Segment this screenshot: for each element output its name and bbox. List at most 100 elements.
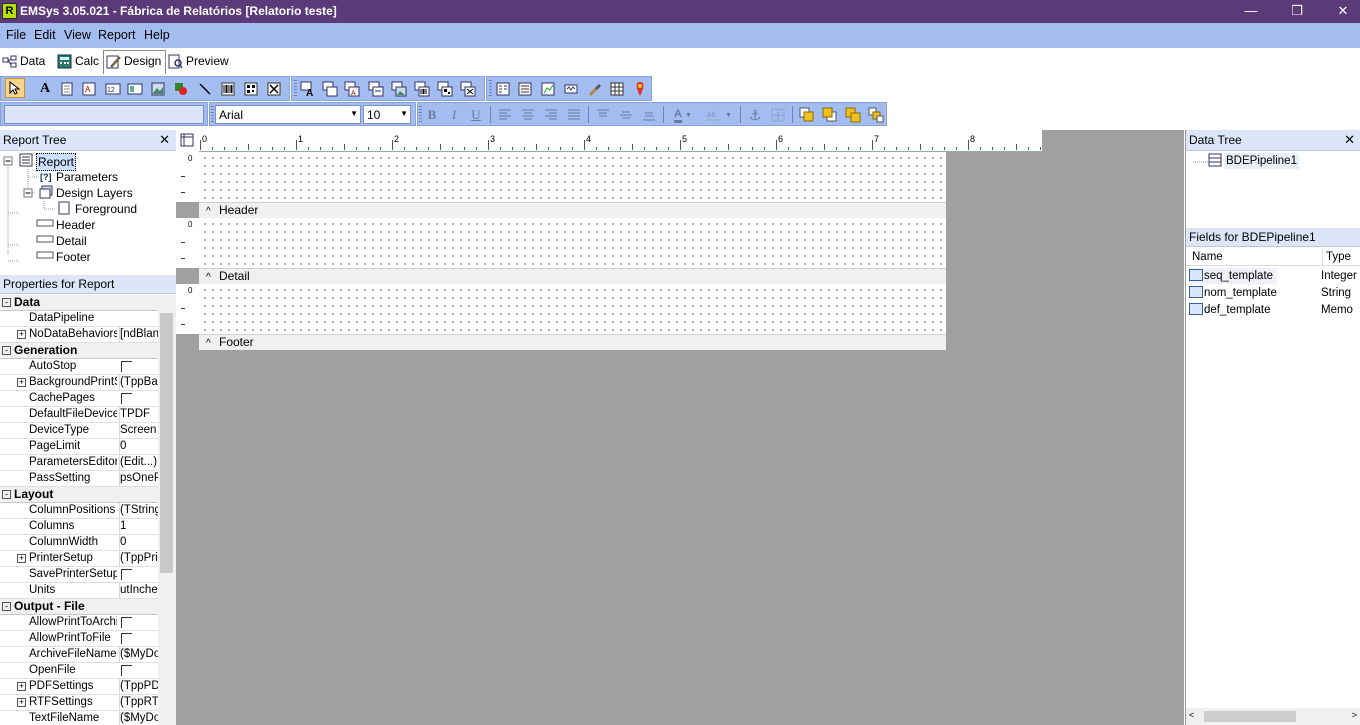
property-row[interactable]: +BackgroundPrintSe(TppBac bbox=[0, 375, 158, 391]
tree-node-detail[interactable]: Detail bbox=[56, 233, 87, 249]
expand-icon[interactable]: + bbox=[17, 698, 26, 707]
align-center-button[interactable] bbox=[518, 105, 538, 125]
align-middle-button[interactable] bbox=[616, 105, 636, 125]
label-tool-button[interactable]: A bbox=[35, 79, 55, 99]
component-name-edit[interactable] bbox=[4, 105, 204, 124]
property-checkbox[interactable] bbox=[121, 633, 132, 644]
column-type-header[interactable]: Type bbox=[1322, 249, 1351, 265]
align-right-button[interactable] bbox=[541, 105, 561, 125]
header-band-label[interactable]: ^ Header bbox=[199, 202, 946, 218]
design-workspace[interactable]: 0 1 2 3 4 5 6 7 8 0 ^ Header 0 ^ Detail 0 ^ Foot… bbox=[176, 130, 1184, 725]
bold-button[interactable]: B bbox=[422, 105, 442, 125]
collapse-icon[interactable]: - bbox=[2, 298, 11, 307]
pipeline-node[interactable]: BDEPipeline1 bbox=[1224, 153, 1299, 169]
dbcheckbox-tool-button[interactable] bbox=[458, 79, 478, 99]
property-row[interactable]: AllowPrintToArchiv bbox=[0, 615, 158, 631]
tree-node-parameters[interactable]: Parameters bbox=[56, 169, 118, 185]
dbbarcode-tool-button[interactable] bbox=[412, 79, 432, 99]
table-tool-button[interactable] bbox=[607, 79, 627, 99]
barcode-tool-button[interactable] bbox=[218, 79, 238, 99]
scrollbar-thumb[interactable] bbox=[160, 313, 173, 573]
property-row[interactable]: CachePages bbox=[0, 391, 158, 407]
menu-report[interactable]: Report bbox=[98, 28, 136, 42]
minimize-button[interactable]: — bbox=[1228, 0, 1274, 23]
checkbox-tool-button[interactable] bbox=[264, 79, 284, 99]
property-checkbox[interactable] bbox=[121, 665, 132, 676]
line-tool-button[interactable] bbox=[195, 79, 215, 99]
scroll-right-icon[interactable]: > bbox=[1352, 710, 1357, 720]
column-name-header[interactable]: Name bbox=[1192, 249, 1223, 265]
tab-calc[interactable]: Calc bbox=[55, 51, 99, 73]
detail-band[interactable] bbox=[199, 218, 946, 268]
chart-tool-button[interactable] bbox=[538, 79, 558, 99]
tab-design[interactable]: Design bbox=[103, 50, 167, 74]
property-row[interactable]: DataPipeline bbox=[0, 311, 158, 327]
send-to-back-button[interactable] bbox=[820, 105, 840, 125]
variable-tool-button[interactable] bbox=[125, 79, 145, 99]
property-row[interactable]: SavePrinterSetup bbox=[0, 567, 158, 583]
property-row[interactable]: DefaultFileDevice TPDF bbox=[0, 407, 158, 423]
menu-view[interactable]: View bbox=[64, 28, 91, 42]
property-category[interactable]: - Data bbox=[0, 295, 158, 311]
dbimage-tool-button[interactable] bbox=[389, 79, 409, 99]
property-row[interactable]: +RTFSettings(TppRTF bbox=[0, 695, 158, 711]
system-var-tool-button[interactable]: 12 bbox=[103, 79, 123, 99]
collapse-icon[interactable]: - bbox=[2, 346, 11, 355]
grid-options-icon[interactable] bbox=[180, 133, 196, 149]
property-row[interactable]: AutoStop bbox=[0, 359, 158, 375]
db2d-barcode-tool-button[interactable] bbox=[435, 79, 455, 99]
crosstab-tool-button[interactable] bbox=[561, 79, 581, 99]
align-top-button[interactable] bbox=[593, 105, 613, 125]
align-bottom-button[interactable] bbox=[639, 105, 659, 125]
expand-icon[interactable]: + bbox=[17, 378, 26, 387]
subreport-tool-button[interactable] bbox=[515, 79, 535, 99]
dbrichtext-tool-button[interactable]: A bbox=[342, 79, 362, 99]
highlight-color-button[interactable]: ab ▼ bbox=[702, 105, 736, 125]
memo-tool-button[interactable] bbox=[57, 79, 77, 99]
close-icon[interactable]: ✕ bbox=[1344, 130, 1355, 150]
property-value[interactable]: ($MyDoc bbox=[119, 647, 158, 662]
property-value[interactable]: ($MyDoc bbox=[119, 711, 158, 725]
image-tool-button[interactable] bbox=[148, 79, 168, 99]
align-left-button[interactable] bbox=[495, 105, 515, 125]
property-checkbox[interactable] bbox=[121, 569, 132, 580]
property-grid[interactable]: -DataDataPipeline+NoDataBehaviors[ndBlan… bbox=[0, 295, 158, 725]
property-category[interactable]: - Output - File bbox=[0, 599, 158, 615]
property-value[interactable]: (TString bbox=[119, 503, 158, 518]
tree-node-header[interactable]: Header bbox=[56, 217, 95, 233]
menu-edit[interactable]: Edit bbox=[34, 28, 56, 42]
property-row[interactable]: +PrinterSetup(TppPrin bbox=[0, 551, 158, 567]
font-color-button[interactable]: A ▼ bbox=[668, 105, 698, 125]
menu-file[interactable]: File bbox=[6, 28, 26, 42]
footer-band[interactable] bbox=[199, 284, 946, 334]
property-value[interactable]: psOnePa bbox=[119, 471, 158, 486]
dbtext-tool-button[interactable]: A bbox=[298, 79, 318, 99]
property-value[interactable]: (Edit...) bbox=[119, 455, 158, 470]
property-row[interactable]: ArchiveFileName($MyDoc bbox=[0, 647, 158, 663]
expand-icon[interactable]: + bbox=[17, 554, 26, 563]
property-row[interactable]: +NoDataBehaviors[ndBlank bbox=[0, 327, 158, 343]
dbmemo-tool-button[interactable] bbox=[320, 79, 340, 99]
property-row[interactable]: DeviceType Screen bbox=[0, 423, 158, 439]
italic-button[interactable]: I bbox=[444, 105, 464, 125]
close-button[interactable]: ✕ bbox=[1320, 0, 1360, 23]
region-tool-button[interactable] bbox=[493, 79, 513, 99]
tree-node-footer[interactable]: Footer bbox=[56, 249, 91, 265]
property-value[interactable]: TPDF bbox=[119, 407, 158, 422]
property-row[interactable]: AllowPrintToFile bbox=[0, 631, 158, 647]
detail-band-label[interactable]: ^ Detail bbox=[199, 268, 946, 284]
justify-button[interactable] bbox=[564, 105, 584, 125]
tab-data[interactable]: Data bbox=[0, 51, 45, 73]
font-size-select[interactable]: 10 ▼ bbox=[363, 105, 411, 124]
property-row[interactable]: PageLimit 0 bbox=[0, 439, 158, 455]
tab-preview[interactable]: Preview bbox=[166, 51, 229, 73]
property-row[interactable]: +PDFSettings(TppPDF bbox=[0, 679, 158, 695]
map-tool-button[interactable] bbox=[630, 79, 650, 99]
property-row[interactable]: ParametersEditor (Edit...) bbox=[0, 455, 158, 471]
restore-button[interactable]: ❐ bbox=[1274, 0, 1320, 23]
property-value[interactable]: utInches bbox=[119, 583, 158, 598]
scrollbar-thumb[interactable] bbox=[1204, 711, 1296, 722]
dbcalc-tool-button[interactable] bbox=[366, 79, 386, 99]
anchor-button[interactable]: ⚓ bbox=[745, 105, 765, 125]
property-checkbox[interactable] bbox=[121, 361, 132, 372]
